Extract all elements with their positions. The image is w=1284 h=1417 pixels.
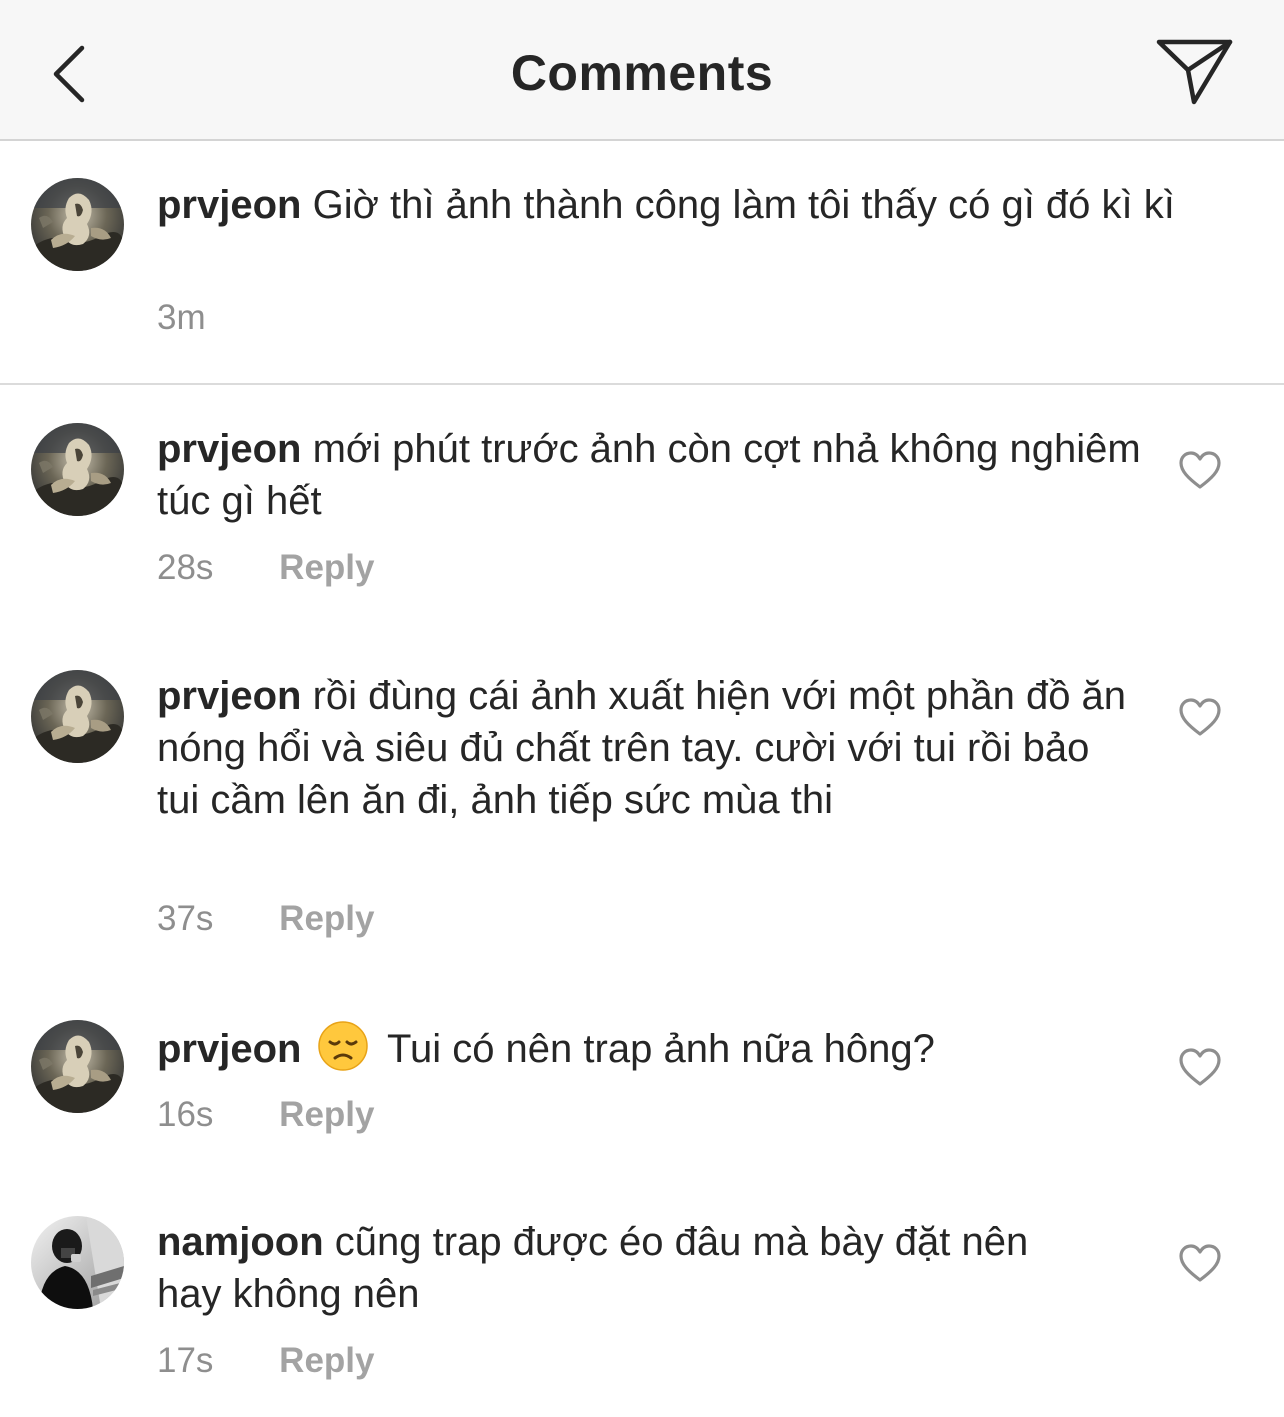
comment-text: prvjeon rồi đùng cái ảnh xuất hiện với m…: [157, 670, 1127, 826]
avatar[interactable]: [31, 423, 124, 516]
timestamp: 37s: [157, 899, 214, 938]
comment-text: prvjeon Tui có nên trap ảnh nữa hông?: [157, 1020, 1157, 1075]
page-title: Comments: [510, 45, 774, 101]
username[interactable]: namjoon: [157, 1220, 324, 1264]
reply-button[interactable]: Reply: [279, 1341, 374, 1380]
username[interactable]: prvjeon: [157, 1027, 301, 1071]
comment-text: namjoon cũng trap được éo đâu mà bày đặt…: [157, 1216, 1057, 1320]
post-caption: prvjeon Giờ thì ảnh thành công làm tôi t…: [0, 141, 1284, 385]
avatar-image: [31, 1216, 124, 1309]
heart-icon[interactable]: [1178, 1243, 1222, 1283]
paper-plane-icon: [1156, 39, 1233, 105]
avatar-image: [31, 670, 124, 763]
comment-body: Tui có nên trap ảnh nữa hông?: [387, 1027, 935, 1071]
reply-button[interactable]: Reply: [279, 1095, 374, 1134]
comment-meta: 37s Reply: [157, 899, 374, 939]
avatar-image: [31, 423, 124, 516]
timestamp: 28s: [157, 548, 214, 587]
username[interactable]: prvjeon: [157, 183, 301, 227]
comment-meta: 16s Reply: [157, 1095, 374, 1135]
caption-body: Giờ thì ảnh thành công làm tôi thấy có g…: [312, 183, 1175, 227]
comment-item: namjoon cũng trap được éo đâu mà bày đặt…: [0, 1178, 1284, 1408]
avatar[interactable]: [31, 670, 124, 763]
timestamp: 17s: [157, 1341, 214, 1380]
heart-icon[interactable]: [1178, 697, 1222, 737]
comment-text: prvjeon mới phút trước ảnh còn cợt nhả k…: [157, 423, 1157, 527]
reply-button[interactable]: Reply: [279, 548, 374, 587]
heart-icon[interactable]: [1178, 1047, 1222, 1087]
disappointed-face-emoji: [317, 1021, 368, 1071]
comment-meta: 17s Reply: [157, 1341, 374, 1381]
comment-body: rồi đùng cái ảnh xuất hiện với một phần …: [157, 674, 1127, 822]
avatar-image: [31, 178, 124, 271]
timestamp: 16s: [157, 1095, 214, 1134]
username[interactable]: prvjeon: [157, 427, 301, 471]
reply-button[interactable]: Reply: [279, 899, 374, 938]
avatar[interactable]: [31, 1020, 124, 1113]
caption-meta: 3m: [157, 298, 262, 338]
heart-icon[interactable]: [1178, 450, 1222, 490]
comment-item: prvjeon rồi đùng cái ảnh xuất hiện với m…: [0, 632, 1284, 962]
comment-body: mới phút trước ảnh còn cợt nhả không ngh…: [157, 427, 1141, 523]
timestamp: 3m: [157, 298, 206, 337]
header-bar: Comments: [0, 0, 1284, 141]
caption-text: prvjeon Giờ thì ảnh thành công làm tôi t…: [157, 179, 1217, 231]
comment-item: prvjeon mới phút trước ảnh còn cợt nhả k…: [0, 385, 1284, 615]
comment-item: prvjeon Tui có nên trap ảnh nữa hông? 16…: [0, 982, 1284, 1162]
comment-meta: 28s Reply: [157, 548, 374, 588]
username[interactable]: prvjeon: [157, 674, 301, 718]
avatar[interactable]: [31, 178, 124, 271]
avatar[interactable]: [31, 1216, 124, 1309]
share-button[interactable]: [1150, 34, 1240, 114]
avatar-image: [31, 1020, 124, 1113]
